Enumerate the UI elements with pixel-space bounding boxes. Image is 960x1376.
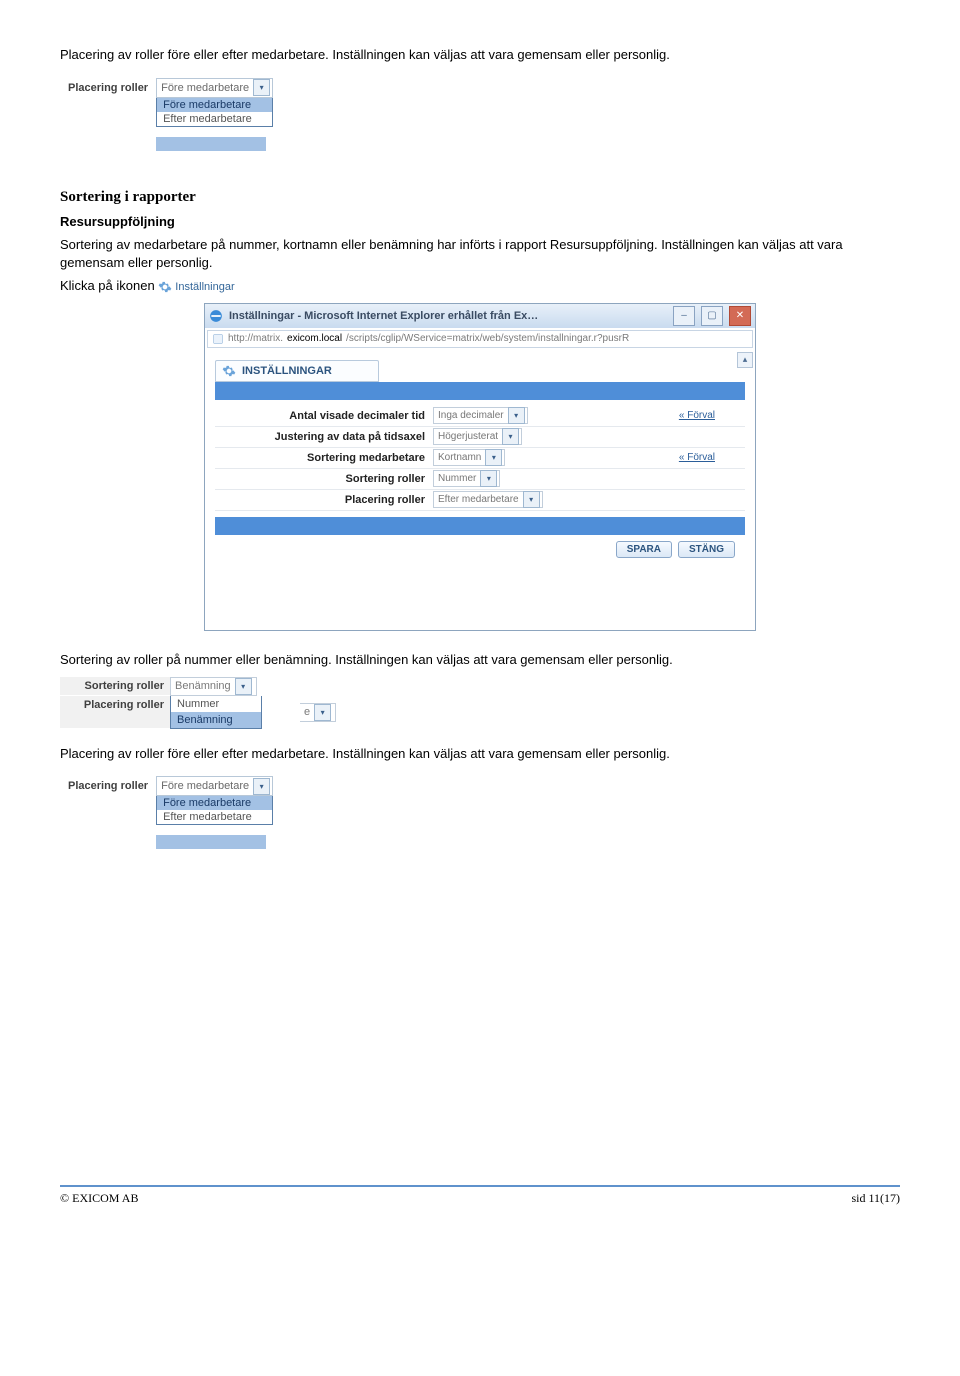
url-part: http://matrix. (228, 333, 283, 344)
decorative-block (156, 137, 266, 151)
chevron-down-icon[interactable]: ▾ (235, 678, 252, 695)
setting-select[interactable]: Inga decimaler ▾ (433, 407, 528, 424)
forval-link[interactable]: « Förval (679, 452, 745, 463)
forval-link[interactable]: « Förval (679, 410, 745, 421)
sortering-select[interactable]: Benämning ▾ (170, 677, 257, 696)
placering-label: Placering roller (60, 78, 156, 98)
select-value: Högerjusterat (438, 431, 498, 442)
placering-option[interactable]: Före medarbetare (157, 796, 272, 810)
url-part: /scripts/cglip/WService=matrix/web/syste… (346, 333, 629, 344)
fragment-text: e (304, 706, 310, 718)
setting-row: Justering av data på tidsaxel Högerjuste… (215, 427, 745, 448)
placering-dropdown-list: Före medarbetare Efter medarbetare (156, 98, 273, 127)
trailing-select-fragment[interactable]: e ▾ (300, 703, 336, 722)
heading-sortering: Sortering i rapporter (60, 187, 900, 207)
paragraph: Placering av roller före eller efter med… (60, 745, 900, 763)
chevron-down-icon[interactable]: ▾ (253, 79, 270, 96)
section-bar (215, 517, 745, 535)
address-bar[interactable]: http://matrix. exicom.local/scripts/cglip… (207, 330, 753, 348)
page-footer: © EXICOM AB sid 11(17) (60, 1185, 900, 1206)
placering-select-value: Före medarbetare (161, 780, 249, 792)
placering-label: Placering roller (60, 696, 170, 729)
placering-label: Placering roller (60, 776, 156, 796)
sortering-option[interactable]: Benämning (171, 712, 261, 728)
chevron-down-icon[interactable]: ▾ (314, 704, 331, 721)
setting-select[interactable]: Efter medarbetare ▾ (433, 491, 543, 508)
setting-row: Sortering medarbetare Kortnamn ▾ « Förval (215, 448, 745, 469)
heading-resursuppfoljning: Resursuppföljning (60, 213, 900, 231)
footer-right: sid 11(17) (851, 1191, 900, 1206)
setting-row: Sortering roller Nummer ▾ (215, 469, 745, 490)
close-button[interactable]: STÄNG (678, 541, 735, 558)
setting-select[interactable]: Nummer ▾ (433, 470, 500, 487)
chevron-down-icon[interactable]: ▾ (480, 470, 497, 487)
paragraph: Placering av roller före eller efter med… (60, 46, 900, 64)
select-value: Nummer (438, 473, 476, 484)
text: Klicka på ikonen (60, 278, 155, 293)
save-button[interactable]: SPARA (616, 541, 672, 558)
setting-label: Sortering medarbetare (215, 452, 433, 464)
chevron-down-icon[interactable]: ▾ (502, 428, 519, 445)
setting-row: Antal visade decimaler tid Inga decimale… (215, 406, 745, 427)
window-title: Inställningar - Microsoft Internet Explo… (229, 310, 667, 322)
gear-icon (158, 280, 172, 294)
placering-select-value: Före medarbetare (161, 82, 249, 94)
section-bar (215, 382, 745, 400)
chevron-down-icon[interactable]: ▾ (508, 407, 525, 424)
page-icon (212, 333, 224, 345)
select-value: Kortnamn (438, 452, 481, 463)
installningar-icon-link[interactable]: Inställningar (158, 280, 234, 295)
ie-icon (209, 309, 223, 323)
placering-option[interactable]: Efter medarbetare (157, 810, 272, 824)
setting-label: Placering roller (215, 494, 433, 506)
minimize-button[interactable]: – (673, 306, 695, 326)
tab-title: INSTÄLLNINGAR (242, 365, 332, 377)
placering-option[interactable]: Efter medarbetare (157, 112, 272, 126)
select-value: Inga decimaler (438, 410, 504, 421)
placering-select[interactable]: Före medarbetare ▾ (156, 776, 273, 796)
sortering-roller-widget: Sortering roller Benämning ▾ Placering r… (60, 677, 330, 729)
chevron-down-icon[interactable]: ▾ (253, 778, 270, 795)
paragraph: Sortering av roller på nummer eller benä… (60, 651, 900, 669)
setting-select[interactable]: Högerjusterat ▾ (433, 428, 522, 445)
setting-label: Sortering roller (215, 473, 433, 485)
maximize-button[interactable]: ▢ (701, 306, 723, 326)
button-row: SPARA STÄNG (215, 535, 745, 564)
chevron-down-icon[interactable]: ▾ (523, 491, 540, 508)
sortering-option[interactable]: Nummer (171, 696, 261, 712)
placering-roller-widget: Placering roller Före medarbetare ▾ Före… (60, 78, 273, 151)
ie-settings-window: Inställningar - Microsoft Internet Explo… (204, 303, 756, 631)
setting-label: Justering av data på tidsaxel (215, 431, 433, 443)
select-value: Benämning (175, 680, 231, 692)
footer-left: © EXICOM AB (60, 1191, 138, 1206)
setting-select[interactable]: Kortnamn ▾ (433, 449, 505, 466)
gear-icon (222, 364, 236, 378)
close-button[interactable]: ✕ (729, 306, 751, 326)
paragraph: Sortering av medarbetare på nummer, kort… (60, 236, 900, 271)
paragraph: Klicka på ikonen Inställningar (60, 277, 900, 295)
placering-dropdown-list: Före medarbetare Efter medarbetare (156, 796, 273, 825)
chevron-down-icon[interactable]: ▾ (485, 449, 502, 466)
placering-select[interactable]: Före medarbetare ▾ (156, 78, 273, 98)
sortering-label: Sortering roller (60, 677, 170, 696)
decorative-block (156, 835, 266, 849)
setting-row: Placering roller Efter medarbetare ▾ (215, 490, 745, 511)
scroll-up-button[interactable]: ▴ (737, 352, 753, 368)
select-value: Efter medarbetare (438, 494, 519, 505)
placering-option[interactable]: Före medarbetare (157, 98, 272, 112)
installningar-tab[interactable]: INSTÄLLNINGAR (215, 360, 379, 382)
window-body: ▴ INSTÄLLNINGAR Antal visade decimaler t… (205, 350, 755, 630)
icon-link-label: Inställningar (175, 280, 234, 295)
setting-label: Antal visade decimaler tid (215, 410, 433, 422)
url-domain: exicom.local (287, 333, 342, 344)
sortering-dropdown-list: Nummer Benämning (170, 696, 262, 729)
placering-roller-widget: Placering roller Före medarbetare ▾ Före… (60, 776, 273, 849)
window-titlebar: Inställningar - Microsoft Internet Explo… (205, 304, 755, 328)
